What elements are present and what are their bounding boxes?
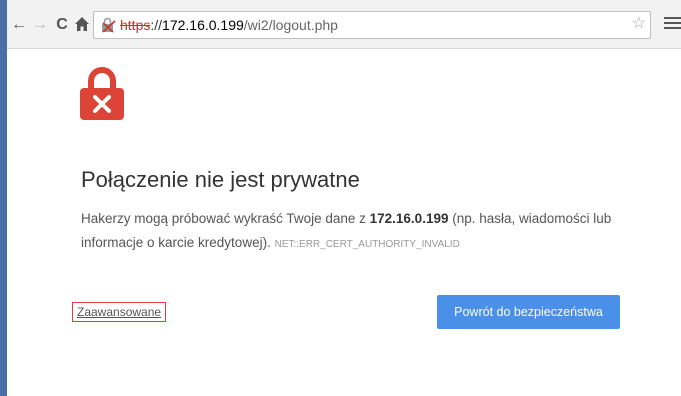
- star-icon[interactable]: ☆: [632, 15, 646, 33]
- broken-lock-icon[interactable]: [100, 17, 116, 33]
- broken-lock-warning-icon: [80, 67, 124, 120]
- reload-icon[interactable]: C: [53, 16, 71, 34]
- hamburger-menu-icon[interactable]: [664, 14, 681, 32]
- url-path: /wi2/logout.php: [243, 17, 338, 33]
- url-scheme: https: [120, 17, 151, 33]
- back-icon[interactable]: ←: [10, 16, 28, 34]
- host-name: 172.16.0.199: [369, 211, 449, 226]
- forward-icon[interactable]: →: [31, 16, 49, 34]
- url-host: 172.16.0.199: [162, 17, 244, 33]
- url-text[interactable]: https://172.16.0.199/wi2/logout.php: [120, 17, 338, 33]
- warning-description: Hakerzy mogą próbować wykraść Twoje dane…: [81, 207, 641, 257]
- back-to-safety-button[interactable]: Powrót do bezpieczeństwa: [437, 295, 620, 329]
- address-bar[interactable]: https://172.16.0.199/wi2/logout.php ☆: [93, 11, 651, 39]
- window-frame-left: [0, 0, 7, 396]
- description-text: Hakerzy mogą próbować wykraść Twoje dane…: [81, 211, 370, 226]
- home-icon[interactable]: [73, 16, 91, 34]
- browser-toolbar: ← → C https://172.16.0.199/wi2/logout.ph…: [7, 0, 681, 49]
- page-title: Połączenie nie jest prywatne: [81, 167, 360, 192]
- error-code: NET::ERR_CERT_AUTHORITY_INVALID: [274, 239, 460, 250]
- advanced-link[interactable]: Zaawansowane: [72, 302, 167, 322]
- url-separator: ://: [150, 17, 163, 33]
